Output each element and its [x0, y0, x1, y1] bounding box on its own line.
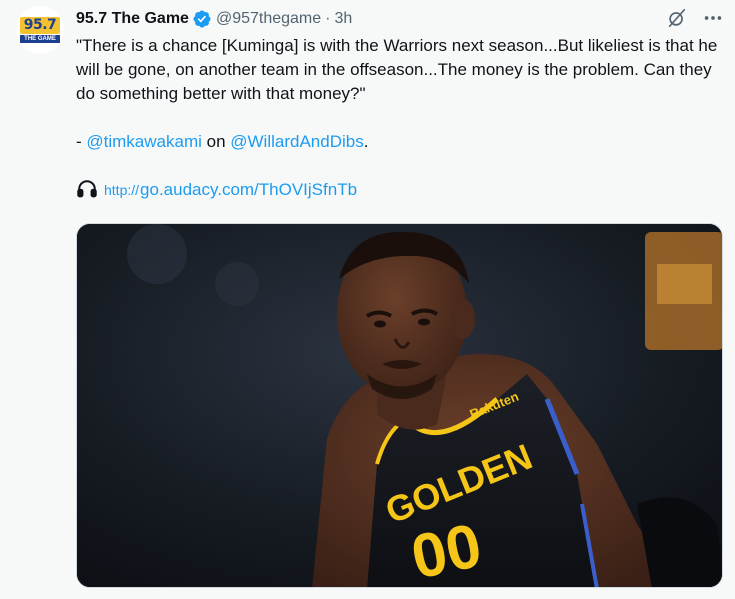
credit-middle: on	[201, 132, 231, 151]
separator-dot: ·	[325, 10, 331, 27]
tweet-photo[interactable]: Rakuten GOLDEN 00	[76, 223, 723, 588]
credit-prefix: -	[76, 132, 87, 151]
mention-willardanddibs[interactable]: @WillardAndDibs	[230, 132, 363, 151]
tweet-header: 95.7 The Game @957thegame · 3h	[76, 8, 352, 30]
display-name[interactable]: 95.7 The Game	[76, 10, 189, 28]
player-photo: Rakuten GOLDEN 00	[77, 224, 722, 588]
credit-line: - @timkawakami on @WillardAndDibs.	[76, 130, 726, 154]
link-protocol[interactable]: http://	[104, 178, 139, 202]
tweet-actions-top	[665, 6, 725, 30]
grok-icon[interactable]	[665, 6, 689, 30]
jersey-number: 00	[406, 511, 488, 588]
more-icon[interactable]	[701, 6, 725, 30]
timestamp[interactable]: 3h	[334, 10, 352, 28]
logo-number: 95.7	[20, 17, 60, 34]
audacy-link[interactable]: go.audacy.com/ThOVIjSfnTb	[140, 178, 357, 202]
quote-text: "There is a chance [Kuminga] is with the…	[76, 36, 718, 103]
handle[interactable]: @957thegame	[216, 10, 321, 28]
link-line: http://go.audacy.com/ThOVIjSfnTb	[76, 178, 726, 202]
verified-badge-icon[interactable]	[192, 9, 212, 29]
headphones-icon	[76, 178, 100, 202]
logo-subtext: THE GAME	[20, 35, 60, 43]
tweet-text: "There is a chance [Kuminga] is with the…	[76, 34, 726, 202]
mention-timkawakami[interactable]: @timkawakami	[86, 132, 202, 151]
station-logo: 95.7 THE GAME	[19, 17, 61, 43]
tweet[interactable]: 95.7 THE GAME 95.7 The Game @957thegame …	[0, 0, 735, 599]
credit-suffix: .	[363, 132, 369, 151]
avatar[interactable]: 95.7 THE GAME	[16, 6, 64, 54]
